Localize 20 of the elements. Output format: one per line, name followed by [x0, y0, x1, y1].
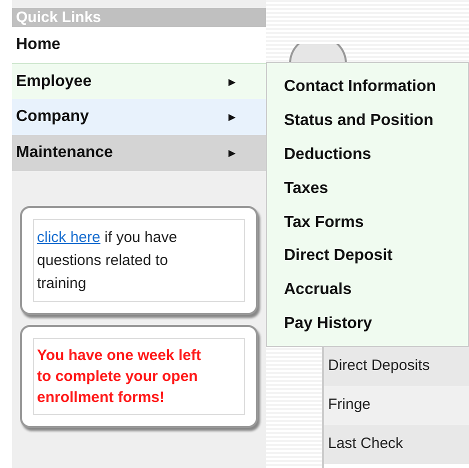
submenu-item[interactable]: Status and Position	[284, 108, 468, 143]
sidebar-title: Quick Links	[12, 8, 266, 27]
submenu-item[interactable]: Tax Forms	[284, 210, 468, 244]
list-row[interactable]: Fringe	[324, 386, 469, 425]
menu-item[interactable]: Company ►	[12, 99, 266, 135]
submenu-item[interactable]: Contact Information	[284, 75, 468, 109]
click-here-link[interactable]: click here	[37, 229, 100, 246]
list-row[interactable]: Direct Deposits	[324, 347, 469, 386]
submenu-item[interactable]: Pay History	[284, 312, 468, 346]
menu-item[interactable]: Employee ►	[12, 63, 266, 99]
submenu-item[interactable]: Accruals	[284, 278, 468, 312]
menu-item[interactable]: Home	[12, 27, 266, 63]
submenu-item[interactable]: Taxes	[284, 176, 468, 210]
list-row[interactable]: Last Check	[324, 425, 469, 464]
round-button-icon	[288, 44, 348, 64]
alert-text: You have one week left to complete your open enrollment forms!	[37, 346, 202, 408]
menu-item[interactable]: Maintenance ►	[12, 135, 266, 171]
submenu-item[interactable]: Deductions	[284, 142, 468, 177]
notice-text: click here if you have questions related to training	[37, 228, 178, 294]
submenu-item[interactable]: Direct Deposit	[284, 244, 468, 278]
